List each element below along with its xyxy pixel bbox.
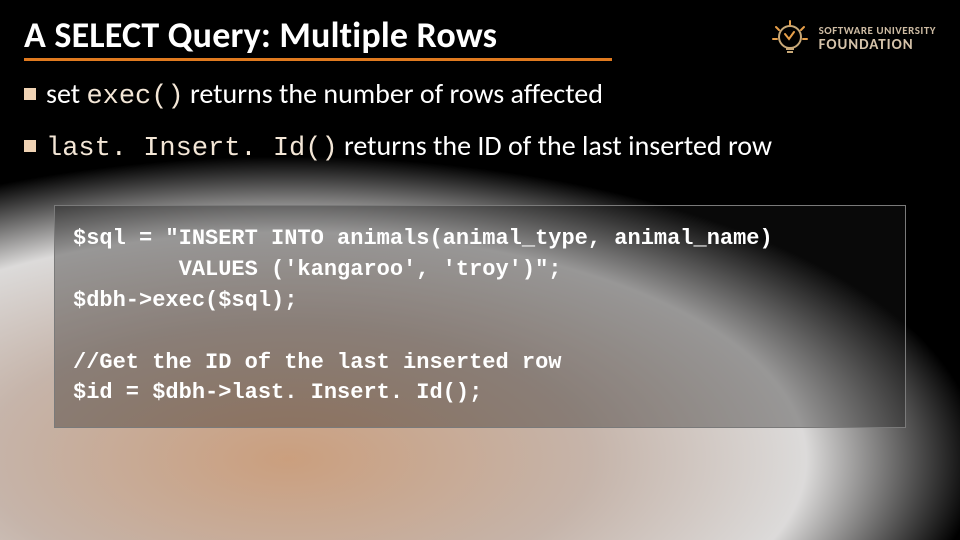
bullet-marker-icon: [24, 140, 36, 152]
logo-line2: FOUNDATION: [819, 37, 936, 54]
bullet-item: set exec() returns the number of rows af…: [24, 75, 936, 115]
title-row: A SELECT Query: Multiple Rows SOFTWARE U…: [24, 16, 936, 61]
bullet-suffix: returns the number of rows affected: [184, 76, 603, 111]
code-content: $sql = "INSERT INTO animals(animal_type,…: [73, 224, 887, 409]
logo: SOFTWARE UNIVERSITY FOUNDATION: [767, 16, 936, 62]
code-box: $sql = "INSERT INTO animals(animal_type,…: [54, 205, 906, 428]
bullet-prefix: set: [46, 76, 86, 111]
bullet-item: last. Insert. Id() returns the ID of the…: [24, 127, 936, 167]
slide: A SELECT Query: Multiple Rows SOFTWARE U…: [0, 0, 960, 540]
bullet-marker-icon: [24, 88, 36, 100]
lightbulb-icon: [767, 16, 813, 62]
logo-text: SOFTWARE UNIVERSITY FOUNDATION: [819, 25, 936, 54]
bullet-code: last. Insert. Id(): [46, 134, 338, 164]
bullet-text: last. Insert. Id() returns the ID of the…: [46, 127, 772, 167]
title-underline: [24, 58, 612, 61]
bullet-code: exec(): [86, 82, 183, 112]
bullet-text: set exec() returns the number of rows af…: [46, 75, 603, 115]
logo-line1: SOFTWARE UNIVERSITY: [819, 25, 936, 37]
bullet-suffix: returns the ID of the last inserted row: [338, 128, 772, 163]
bullet-list: set exec() returns the number of rows af…: [24, 75, 936, 168]
